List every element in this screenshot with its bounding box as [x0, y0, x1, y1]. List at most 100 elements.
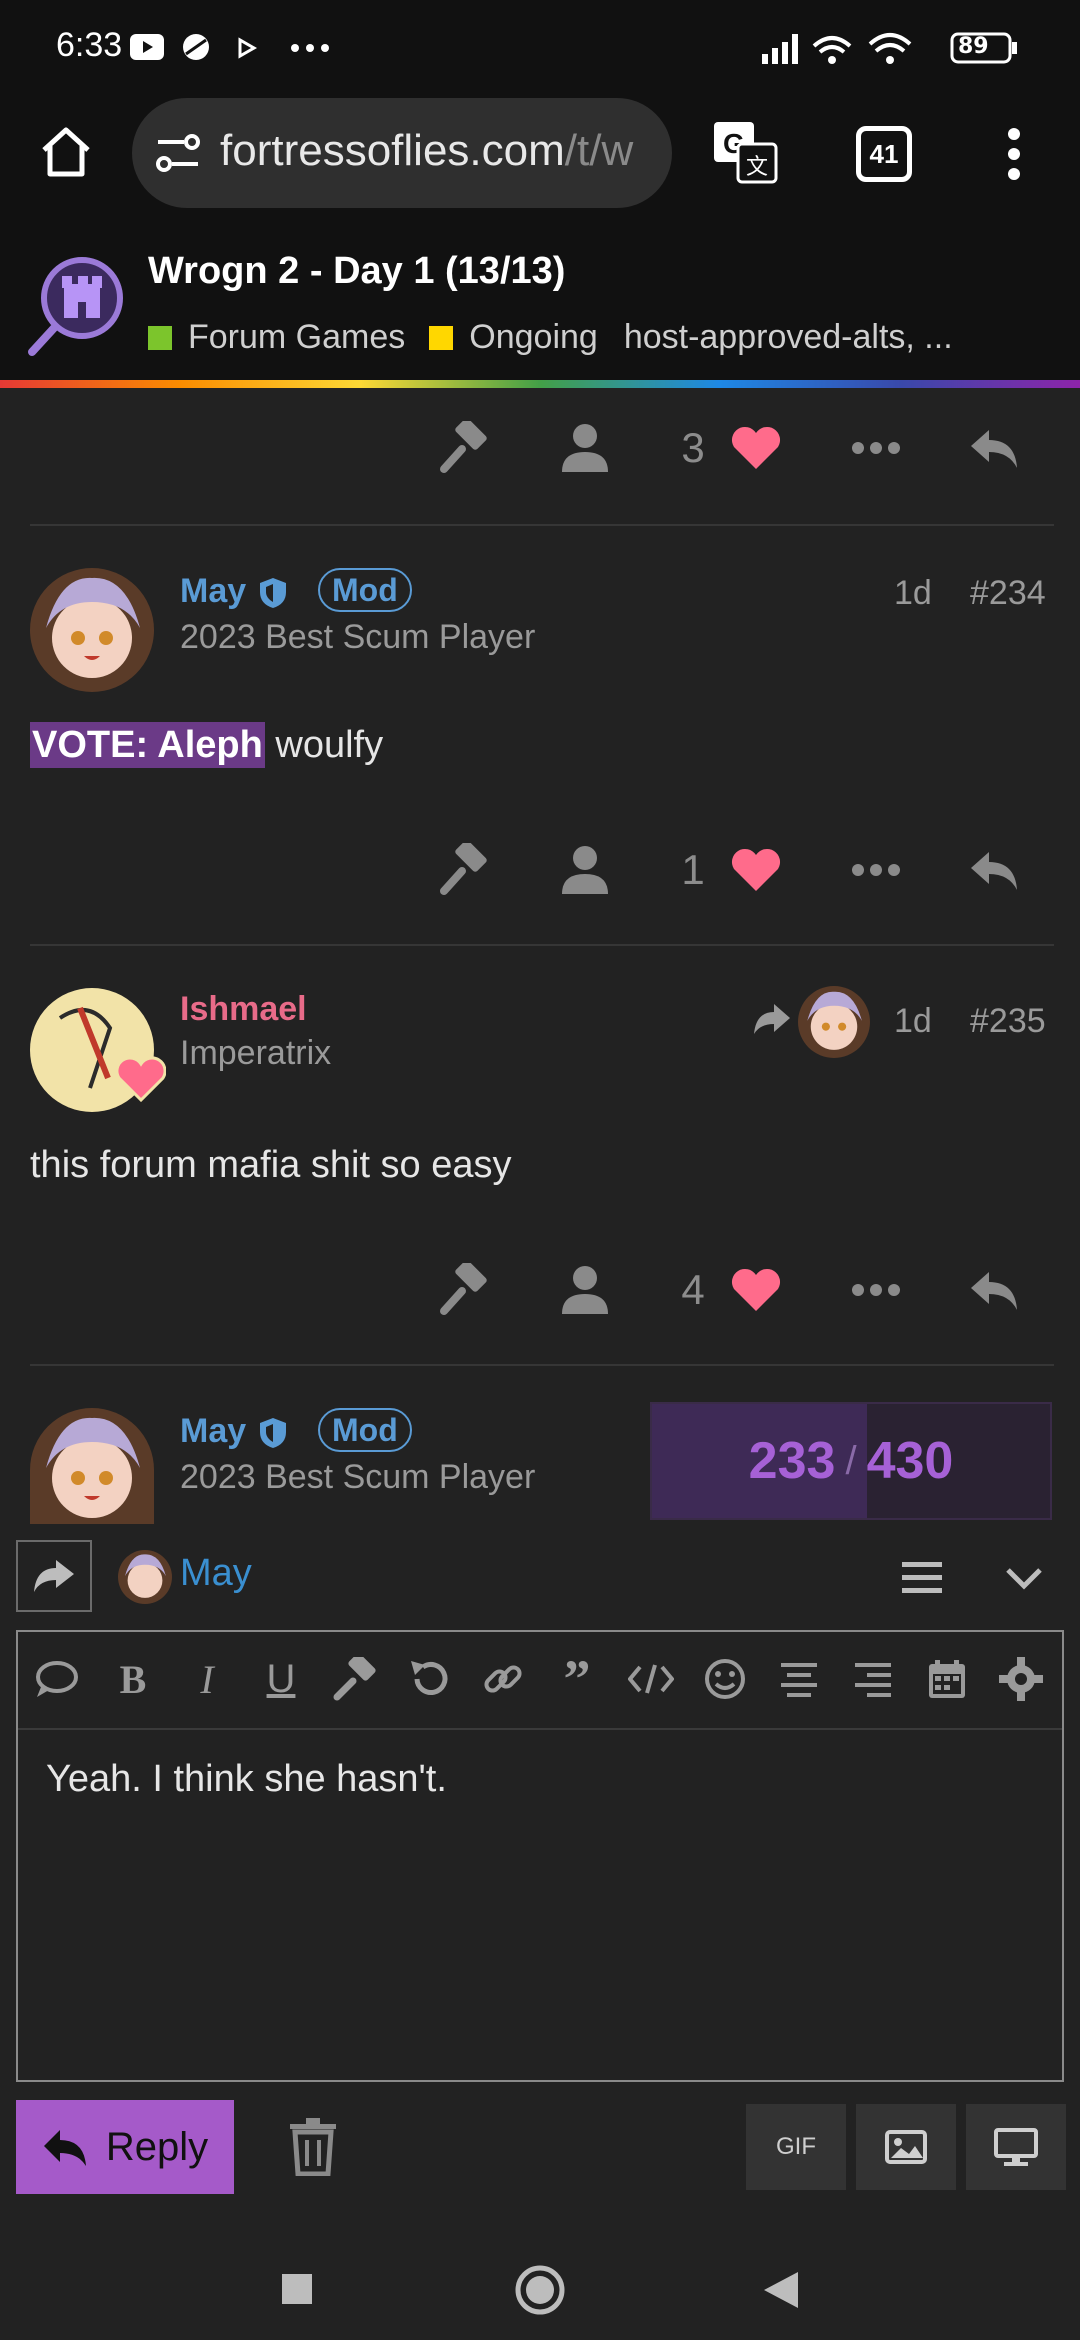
- heart-flair-icon: [116, 1056, 166, 1102]
- post-age[interactable]: 1d: [894, 1002, 932, 1041]
- user-icon: [562, 424, 608, 472]
- align-right-button[interactable]: [848, 1654, 898, 1704]
- align-right-icon: [855, 1663, 891, 1697]
- mod-badge[interactable]: Mod: [318, 568, 412, 612]
- reply-to-post-button[interactable]: [964, 1250, 1024, 1330]
- options-button[interactable]: [996, 1654, 1046, 1704]
- browser-toolbar: fortressoflies.com/t/w G 文 41: [0, 92, 1080, 232]
- reply-button[interactable]: Reply: [16, 2100, 234, 2194]
- topic-progress[interactable]: 233/430: [650, 1402, 1052, 1520]
- undo-button[interactable]: [404, 1654, 454, 1704]
- more-options-icon[interactable]: [1000, 126, 1028, 182]
- align-center-icon: [781, 1663, 817, 1697]
- align-center-button[interactable]: [774, 1654, 824, 1704]
- like-count[interactable]: 1: [668, 830, 718, 910]
- gear-icon: [999, 1657, 1043, 1701]
- trash-icon[interactable]: [288, 2118, 338, 2176]
- speech-bubble-icon: [36, 1661, 78, 1697]
- tab-switcher-button[interactable]: 41: [856, 126, 912, 182]
- category-link[interactable]: Forum Games: [188, 318, 405, 357]
- svg-text:文: 文: [746, 155, 768, 180]
- battery-level: 89: [958, 34, 989, 59]
- underline-button[interactable]: U: [256, 1654, 306, 1704]
- post-username[interactable]: May: [180, 1412, 246, 1451]
- code-button[interactable]: [626, 1654, 676, 1704]
- more-actions-button[interactable]: [846, 830, 906, 910]
- user-button[interactable]: [552, 408, 618, 488]
- blockquote-button[interactable]: ”: [552, 1649, 602, 1709]
- underline-icon: U: [266, 1656, 296, 1701]
- post-actions: 3: [0, 408, 1080, 488]
- url-text: fortressoflies.com/t/w: [220, 126, 634, 175]
- quote-bubble-button[interactable]: [32, 1654, 82, 1704]
- composer-editor: B I U ” Yeah. I think she hasn't.: [16, 1630, 1064, 2082]
- gavel-insert-button[interactable]: [330, 1654, 380, 1704]
- hamburger-menu-icon[interactable]: [902, 1560, 942, 1596]
- post-divider: [30, 1364, 1054, 1366]
- mod-badge[interactable]: Mod: [318, 1408, 412, 1452]
- like-button[interactable]: [726, 1250, 786, 1330]
- avatar[interactable]: [30, 568, 154, 692]
- formatting-toolbar: B I U ”: [18, 1632, 1062, 1730]
- post-number[interactable]: #234: [970, 574, 1046, 613]
- translate-icon[interactable]: G 文: [712, 120, 778, 184]
- reply-button-label: Reply: [105, 2124, 209, 2169]
- home-nav-icon[interactable]: [514, 2264, 566, 2316]
- like-count[interactable]: 4: [668, 1250, 718, 1330]
- reply-action-selector[interactable]: [16, 1540, 92, 1612]
- post-age[interactable]: 1d: [894, 574, 932, 613]
- ellipsis-icon: [852, 864, 900, 876]
- topic-tags[interactable]: host-approved-alts, ...: [624, 318, 953, 357]
- like-button[interactable]: [726, 830, 786, 910]
- user-button[interactable]: [552, 1250, 618, 1330]
- gavel-button[interactable]: [432, 408, 498, 488]
- bold-button[interactable]: B: [108, 1654, 158, 1704]
- reply-to-post-button[interactable]: [964, 830, 1024, 910]
- gavel-icon: [440, 843, 487, 895]
- reply-icon: [971, 1272, 1017, 1310]
- emoji-button[interactable]: [700, 1654, 750, 1704]
- gif-label: GIF: [776, 2133, 816, 2160]
- reply-to-avatar[interactable]: [798, 986, 870, 1058]
- status-color-swatch: [429, 325, 454, 350]
- back-nav-icon[interactable]: [762, 2270, 800, 2310]
- image-upload-button[interactable]: [856, 2104, 956, 2190]
- like-button[interactable]: [726, 408, 786, 488]
- share-arrow-icon: [34, 1560, 74, 1592]
- site-settings-icon[interactable]: [154, 132, 202, 176]
- reply-to-username[interactable]: May: [180, 1552, 252, 1595]
- reply-to-post-button[interactable]: [964, 408, 1024, 488]
- moderator-shield-icon: [260, 1418, 286, 1448]
- more-actions-button[interactable]: [846, 408, 906, 488]
- category-color-swatch: [148, 325, 172, 350]
- reply-icon: [971, 430, 1017, 468]
- gif-button[interactable]: GIF: [746, 2104, 846, 2190]
- post-username[interactable]: May: [180, 572, 246, 611]
- composer-textarea[interactable]: Yeah. I think she hasn't.: [46, 1758, 447, 1801]
- user-icon: [562, 1266, 608, 1314]
- user-title: 2023 Best Scum Player: [180, 1458, 536, 1496]
- undo-icon: [411, 1661, 448, 1695]
- preview-toggle-button[interactable]: [966, 2104, 1066, 2190]
- italic-button[interactable]: I: [182, 1654, 232, 1704]
- more-actions-button[interactable]: [846, 1250, 906, 1330]
- home-icon[interactable]: [38, 124, 94, 180]
- system-navigation-bar: [0, 2210, 1080, 2340]
- calendar-button[interactable]: [922, 1654, 972, 1704]
- recents-icon[interactable]: [280, 2272, 314, 2306]
- progress-text: 233/430: [748, 1432, 954, 1490]
- avatar[interactable]: [30, 1408, 154, 1524]
- user-button[interactable]: [552, 830, 618, 910]
- topic-title[interactable]: Wrogn 2 - Day 1 (13/13): [148, 250, 565, 293]
- link-button[interactable]: [478, 1654, 528, 1704]
- post-username[interactable]: Ishmael: [180, 990, 307, 1029]
- gavel-button[interactable]: [432, 1250, 498, 1330]
- like-count[interactable]: 3: [668, 408, 718, 488]
- address-bar[interactable]: fortressoflies.com/t/w: [132, 98, 672, 208]
- status-tag[interactable]: Ongoing: [469, 318, 598, 357]
- site-logo[interactable]: [28, 254, 128, 358]
- gavel-button[interactable]: [432, 830, 498, 910]
- moderator-shield-icon: [260, 578, 286, 608]
- post-number[interactable]: #235: [970, 1002, 1046, 1041]
- chevron-down-icon[interactable]: [1004, 1564, 1044, 1592]
